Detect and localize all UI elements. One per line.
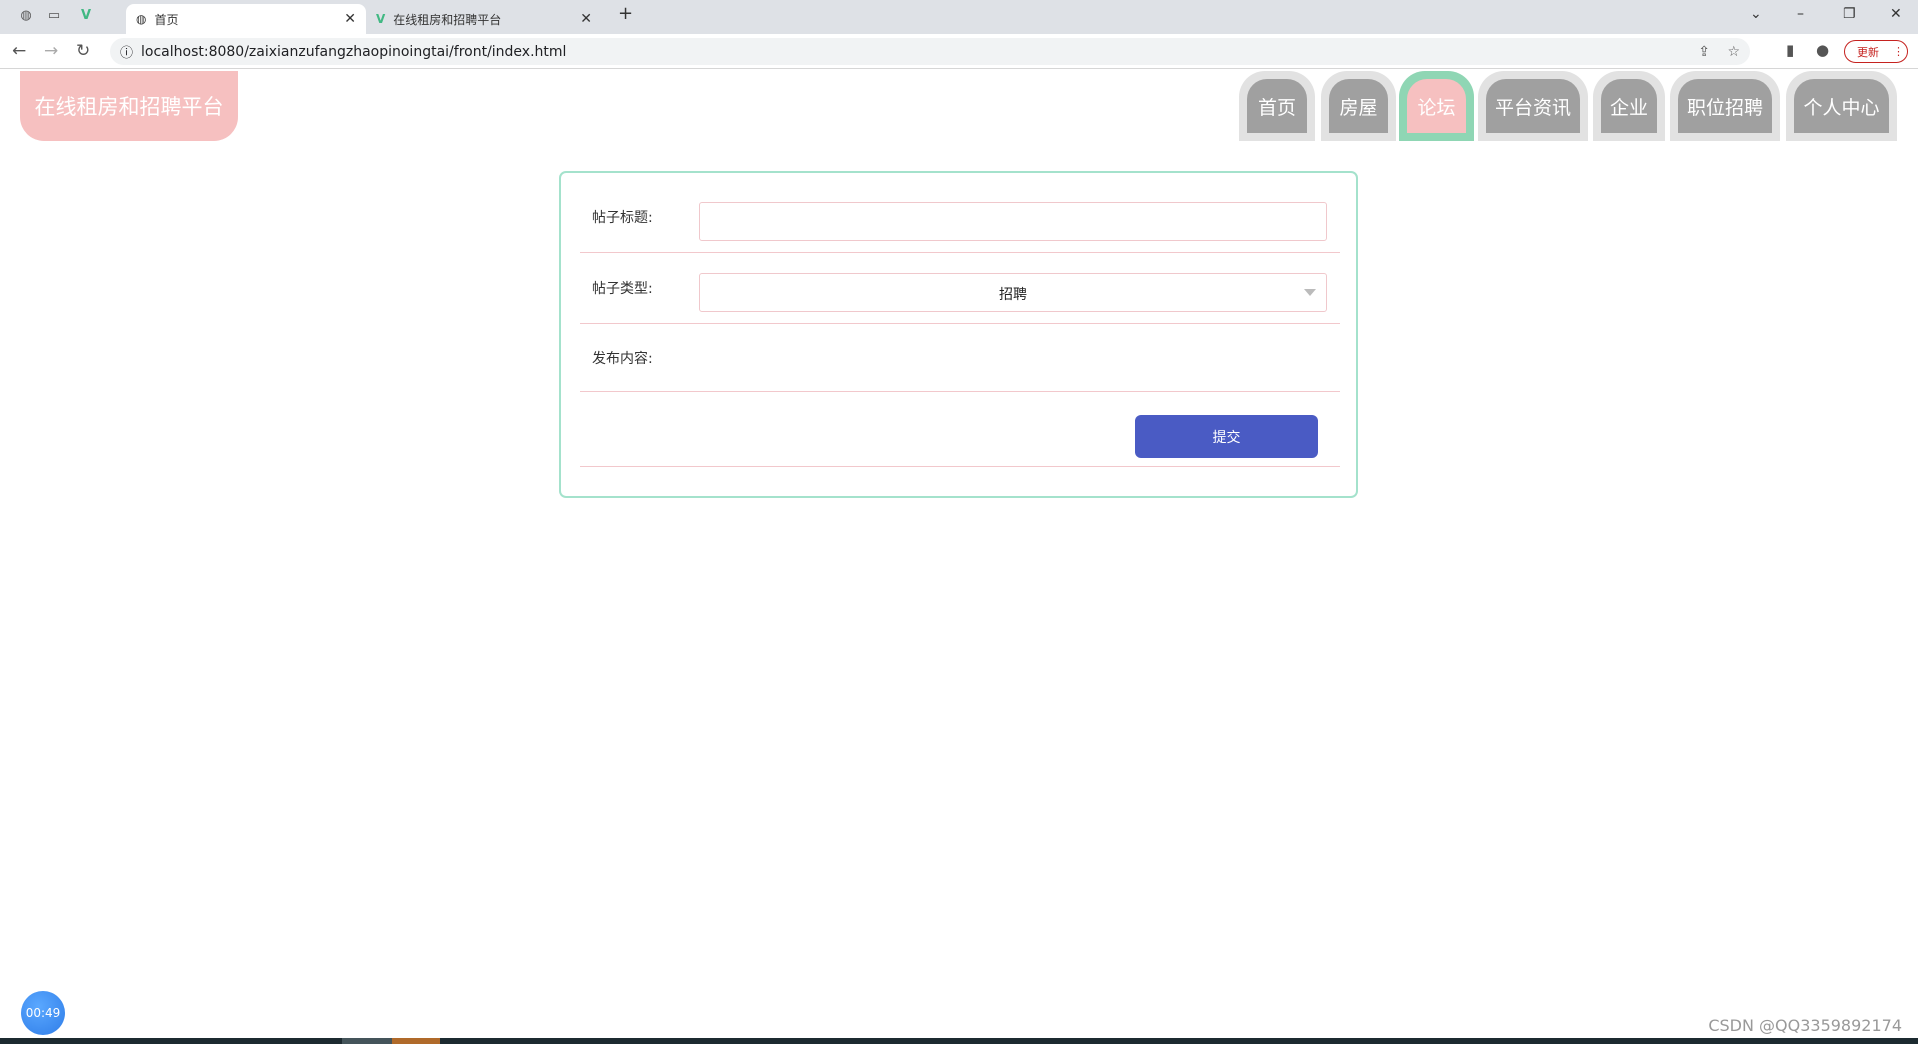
close-tab-icon[interactable]: ✕: [344, 11, 356, 27]
star-icon[interactable]: ☆: [1727, 44, 1740, 60]
nav-profile[interactable]: 个人中心: [1786, 71, 1897, 141]
nav-forum[interactable]: 论坛: [1399, 71, 1474, 141]
profile-icon[interactable]: ●: [1816, 41, 1829, 59]
nav-home[interactable]: 首页: [1239, 71, 1315, 141]
taskbar-strip: [0, 1038, 1918, 1044]
title-input[interactable]: [699, 202, 1327, 241]
post-form: 帖子标题: 帖子类型: 招聘 发布内容: 提交: [559, 171, 1358, 498]
globe-icon[interactable]: ◍: [16, 8, 36, 26]
watermark: CSDN @QQ3359892174: [1708, 1016, 1902, 1035]
divider: [580, 391, 1340, 392]
back-icon[interactable]: ←: [12, 41, 26, 61]
more-icon: ⋮: [1893, 45, 1904, 58]
divider: [580, 252, 1340, 253]
reload-icon[interactable]: ↻: [76, 41, 90, 61]
close-window-icon[interactable]: ✕: [1890, 6, 1902, 22]
address-bar-row: ← → ↻ ⓘ localhost:8080/zaixianzufangzhao…: [0, 34, 1918, 69]
vue-icon[interactable]: V: [76, 8, 96, 26]
chevron-down-icon: [1304, 289, 1316, 296]
url-field[interactable]: ⓘ localhost:8080/zaixianzufangzhaopinoin…: [110, 38, 1750, 65]
new-tab-icon[interactable]: +: [618, 3, 633, 24]
info-icon: ⓘ: [120, 46, 134, 61]
browser-tab-home[interactable]: ◍ 首页 ✕: [126, 4, 366, 34]
nav-jobs[interactable]: 职位招聘: [1670, 71, 1780, 141]
browser-tab-platform[interactable]: V 在线租房和招聘平台 ✕: [366, 4, 602, 34]
site-logo[interactable]: 在线租房和招聘平台: [20, 71, 238, 141]
recording-timer: 00:49: [21, 991, 65, 1035]
type-label: 帖子类型:: [592, 281, 653, 297]
close-tab-icon[interactable]: ✕: [580, 11, 592, 27]
share-icon[interactable]: ⇪: [1698, 44, 1710, 60]
update-button[interactable]: 更新 ⋮: [1844, 40, 1908, 63]
nav-company[interactable]: 企业: [1593, 71, 1665, 141]
side-panel-icon[interactable]: ▮: [1786, 41, 1794, 59]
minimize-icon[interactable]: –: [1797, 6, 1804, 22]
restore-icon[interactable]: ❐: [1843, 6, 1856, 22]
nav-house[interactable]: 房屋: [1321, 71, 1396, 141]
browser-tab-bar: ◍ ▭ V ◍ 首页 ✕ V 在线租房和招聘平台 ✕ + ⌄ – ❐ ✕: [0, 0, 1918, 34]
tab-search-chevron-icon[interactable]: ⌄: [1750, 6, 1762, 22]
submit-button[interactable]: 提交: [1135, 415, 1318, 458]
vue-icon: V: [376, 12, 386, 26]
content-label: 发布内容:: [592, 351, 653, 367]
forward-icon[interactable]: →: [44, 41, 58, 61]
globe-icon: ◍: [136, 12, 147, 26]
title-label: 帖子标题:: [592, 210, 653, 226]
divider: [580, 323, 1340, 324]
type-select[interactable]: 招聘: [699, 273, 1327, 312]
divider: [580, 466, 1340, 467]
nav-news[interactable]: 平台资讯: [1478, 71, 1588, 141]
blank-page-icon[interactable]: ▭: [44, 8, 64, 26]
